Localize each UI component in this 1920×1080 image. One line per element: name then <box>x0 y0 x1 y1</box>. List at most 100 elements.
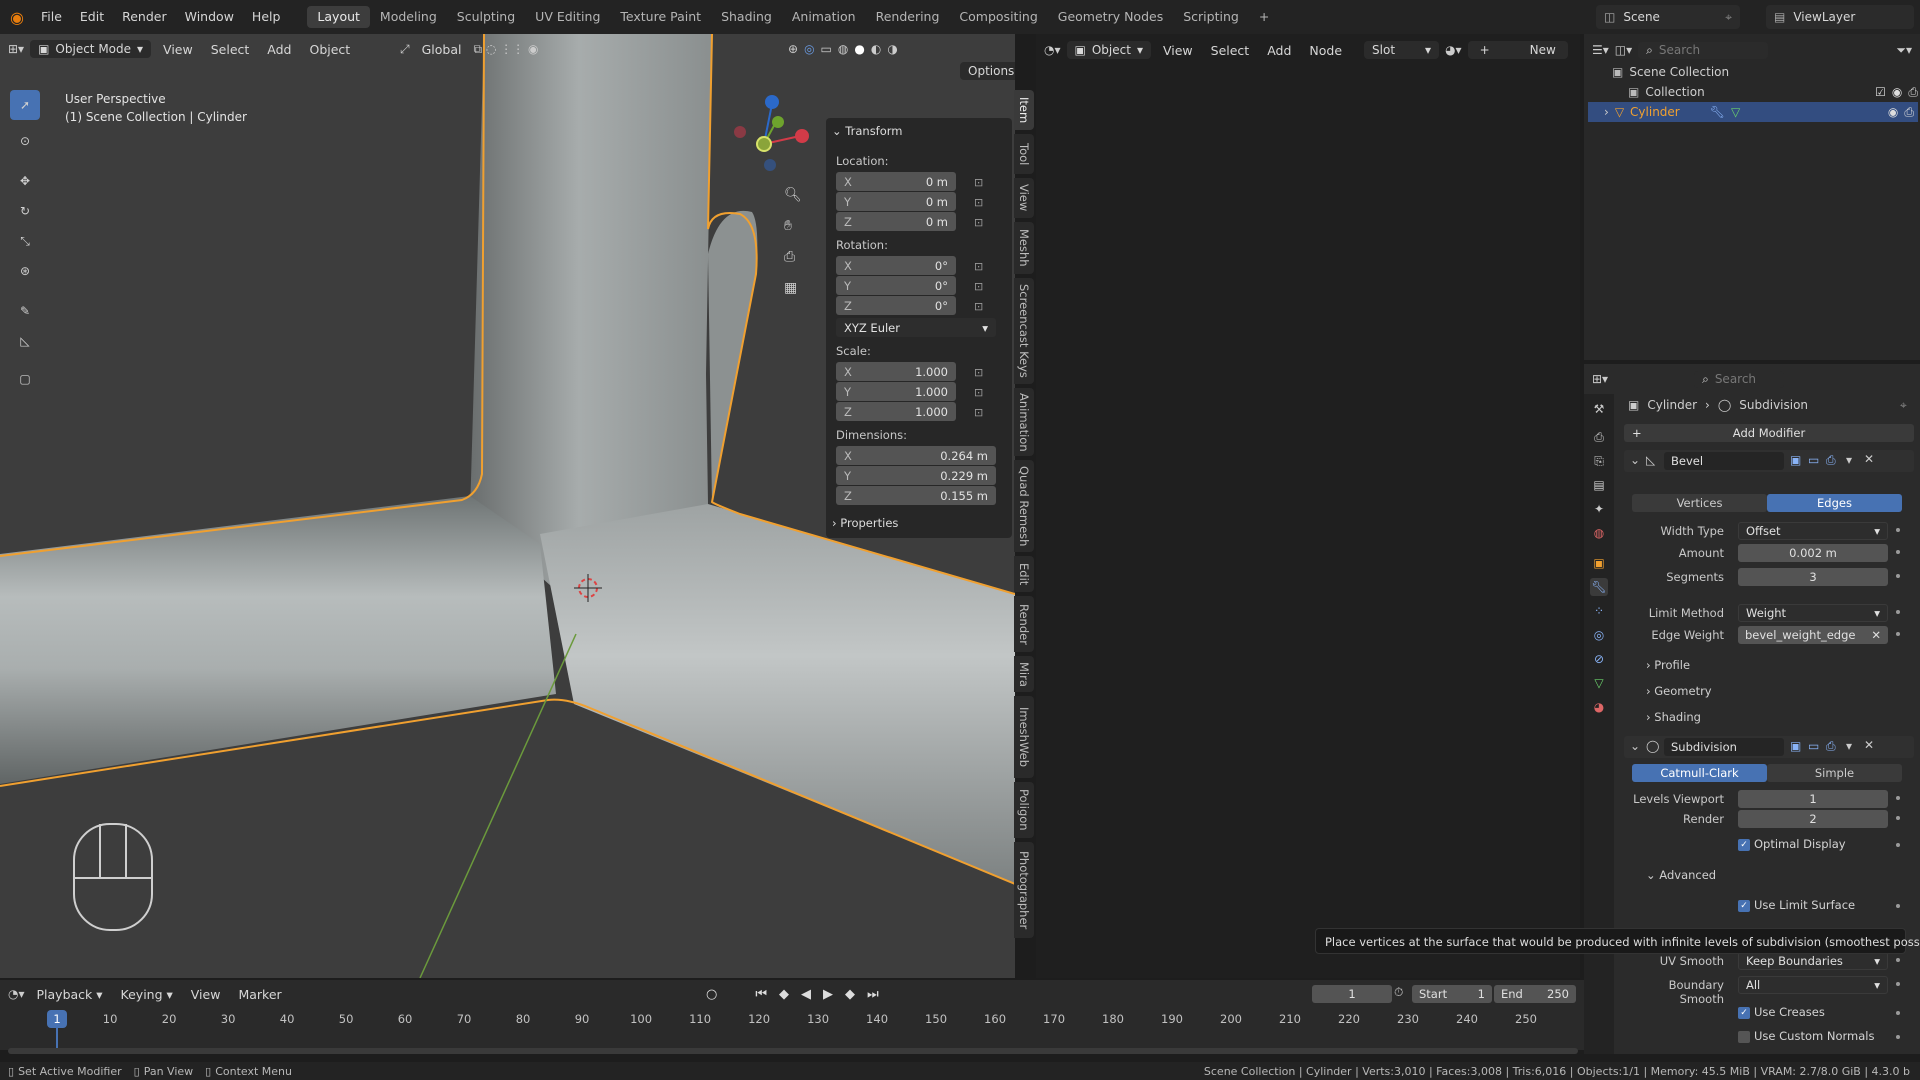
tab-poligon[interactable]: Poligon <box>1014 782 1034 838</box>
viewlayer-selector[interactable]: ▤ ViewLayer <box>1766 5 1914 29</box>
pin-icon[interactable]: ⌖ <box>1725 10 1732 25</box>
checkbox-icon[interactable]: ☑ <box>1875 85 1886 99</box>
filter-icon[interactable]: ⏷▾ <box>1896 43 1912 58</box>
tab-uv-editing[interactable]: UV Editing <box>525 6 610 28</box>
perspective-grid-icon[interactable]: ▦ <box>784 273 802 304</box>
menu-render[interactable]: Render <box>113 0 176 34</box>
clock-icon[interactable]: ⏱ <box>1394 985 1403 1000</box>
properties-search[interactable]: ⌕ Search <box>1694 370 1785 388</box>
render-toggle-icon[interactable]: ⎙ <box>1826 453 1836 468</box>
transform-tool-icon[interactable]: ⊛ <box>10 256 40 286</box>
material-tab-icon[interactable]: ◕ <box>1590 698 1608 716</box>
material-icon[interactable]: ◕▾ <box>1445 43 1462 57</box>
timeline[interactable]: ◔▾ Playback ▾ Keying ▾ View Marker ○ ⏮ ◆… <box>0 980 1584 1050</box>
dimension-x-field[interactable]: X 0.264 m <box>836 446 996 465</box>
add-modifier-button[interactable]: + Add Modifier <box>1624 424 1914 442</box>
tool-tab-icon[interactable]: ⚒ <box>1590 400 1608 418</box>
pan-hand-icon[interactable]: ✋︎ <box>784 211 802 242</box>
scale-z-field[interactable]: Z 1.000 <box>836 402 956 421</box>
viewport-toggle-icon[interactable]: ▭ <box>1808 453 1819 467</box>
editor-type-icon[interactable]: ☰▾ <box>1592 43 1609 57</box>
chevron-down-icon[interactable]: ▾ <box>1846 739 1852 753</box>
use-limit-surface-checkbox[interactable]: ✓ <box>1738 900 1750 912</box>
jump-end-icon[interactable]: ⏭ <box>867 987 879 1002</box>
location-x-field[interactable]: X0 m <box>836 172 956 191</box>
tab-item[interactable]: Item <box>1014 90 1034 130</box>
new-material-button[interactable]: + New <box>1467 41 1568 59</box>
lock-icon[interactable]: ⊡ <box>974 386 986 399</box>
scale-y-field[interactable]: Y 1.000 <box>836 382 956 401</box>
rotation-z-field[interactable]: Z 0° <box>836 296 956 315</box>
boundary-smooth-dropdown[interactable]: All ▾ <box>1738 976 1888 994</box>
menu-edit[interactable]: Edit <box>71 0 113 34</box>
tab-geometry-nodes[interactable]: Geometry Nodes <box>1048 6 1173 28</box>
outliner-row-collection[interactable]: ▣ Collection ☑ ◉ ⎙ <box>1628 82 1918 102</box>
node-menu-add[interactable]: Add <box>1261 43 1297 58</box>
node-menu-node[interactable]: Node <box>1303 43 1348 58</box>
edit-mode-toggle-icon[interactable]: ▣ <box>1790 739 1801 753</box>
bevel-tab-vertices[interactable]: Vertices <box>1632 494 1767 512</box>
close-icon[interactable]: ✕ <box>1864 452 1874 466</box>
select-tool-icon[interactable]: ➚ <box>10 90 40 120</box>
bevel-name-field[interactable]: Bevel <box>1664 452 1784 470</box>
location-y-field[interactable]: Y0 m <box>836 192 956 211</box>
cursor-tool-icon[interactable]: ⊙ <box>10 126 40 156</box>
output-tab-icon[interactable]: ⎘ <box>1590 452 1608 470</box>
viewport-shading-controls[interactable]: ⊕ ◎ ▭ ◍ ● ◐ ◑ <box>788 38 898 60</box>
measure-tool-icon[interactable]: ◺ <box>10 326 40 356</box>
render-tab-icon[interactable]: ⎙ <box>1590 428 1608 446</box>
lock-icon[interactable]: ⊡ <box>974 366 986 379</box>
tab-animation-sidebar[interactable]: Animation <box>1014 388 1034 456</box>
lock-icon[interactable]: ⊡ <box>974 176 986 189</box>
camera-icon[interactable]: ⎙ <box>1908 85 1918 100</box>
outliner-search[interactable]: ⌕ Search <box>1638 41 1769 59</box>
jump-start-icon[interactable]: ⏮ <box>755 987 767 1002</box>
tab-screencast-keys[interactable]: Screencast Keys <box>1014 278 1034 384</box>
node-menu-select[interactable]: Select <box>1205 43 1256 58</box>
editor-type-icon[interactable]: ◔▾ <box>1044 43 1061 57</box>
timeline-menu-keying[interactable]: Keying ▾ <box>115 987 179 1002</box>
data-tab-icon[interactable]: ▽ <box>1590 674 1608 692</box>
levels-viewport-field[interactable]: 1 <box>1738 790 1888 808</box>
blender-logo-icon[interactable]: ◉ <box>10 8 24 27</box>
geometry-subpanel[interactable]: › Geometry <box>1646 684 1712 698</box>
solid-shading-icon[interactable]: ● <box>854 42 864 56</box>
chevron-down-icon[interactable]: ⌄ <box>1630 739 1640 753</box>
dimension-y-field[interactable]: Y 0.229 m <box>836 466 996 485</box>
overlay-icon[interactable]: ◎ <box>804 42 814 56</box>
chevron-down-icon[interactable]: ▾ <box>1846 453 1852 467</box>
add-workspace-icon[interactable]: + <box>1249 6 1279 28</box>
menu-window[interactable]: Window <box>176 0 243 34</box>
lock-icon[interactable]: ⊡ <box>974 406 986 419</box>
rotation-mode-dropdown[interactable]: XYZ Euler ▾ <box>836 318 996 337</box>
options-dropdown[interactable]: Options <box>960 62 1015 80</box>
node-editor[interactable]: ◔▾ ▣ Object ▾ View Select Add Node Slot … <box>1036 34 1580 978</box>
scale-tool-icon[interactable]: ⤡ <box>10 226 40 256</box>
play-icon[interactable]: ▶ <box>823 987 833 1002</box>
outliner-row-cylinder[interactable]: › ▽ Cylinder 🔧︎ ▽ ◉ ⎙ <box>1588 102 1918 122</box>
tab-render[interactable]: Render <box>1014 596 1034 652</box>
tab-mira[interactable]: Mira <box>1014 656 1034 692</box>
transform-header[interactable]: ⌄ Transform <box>832 124 903 138</box>
modifier-tab-icon[interactable]: 🔧︎ <box>1590 578 1608 596</box>
edge-weight-field[interactable]: bevel_weight_edge ✕ <box>1738 626 1888 644</box>
bevel-modifier-header[interactable]: ⌄ ◺ Bevel ▣ ▭ ⎙ ▾ ✕ <box>1624 450 1914 472</box>
menu-help[interactable]: Help <box>243 0 290 34</box>
chevron-down-icon[interactable]: ⌄ <box>1630 453 1640 467</box>
3d-viewport[interactable]: ⊞▾ ▣ Object Mode ▾ View Select Add Objec… <box>0 34 1015 978</box>
shader-type-selector[interactable]: ▣ Object ▾ <box>1066 41 1151 59</box>
add-cube-tool-icon[interactable]: ▢ <box>10 364 40 394</box>
rotation-x-field[interactable]: X 0° <box>836 256 956 275</box>
display-mode-icon[interactable]: ◫▾ <box>1615 43 1632 57</box>
tab-compositing[interactable]: Compositing <box>949 6 1047 28</box>
physics-tab-icon[interactable]: ◎ <box>1590 626 1608 644</box>
next-keyframe-icon[interactable]: ◆ <box>845 987 855 1002</box>
render-levels-field[interactable]: 2 <box>1738 810 1888 828</box>
dimension-z-field[interactable]: Z 0.155 m <box>836 486 996 505</box>
move-tool-icon[interactable]: ✥ <box>10 166 40 196</box>
tab-rendering[interactable]: Rendering <box>866 6 950 28</box>
rendered-shading-icon[interactable]: ◑ <box>887 42 897 56</box>
wireframe-shading-icon[interactable]: ◍ <box>838 42 848 56</box>
edit-mode-toggle-icon[interactable]: ▣ <box>1790 453 1801 467</box>
optimal-display-checkbox[interactable]: ✓ <box>1738 839 1750 851</box>
